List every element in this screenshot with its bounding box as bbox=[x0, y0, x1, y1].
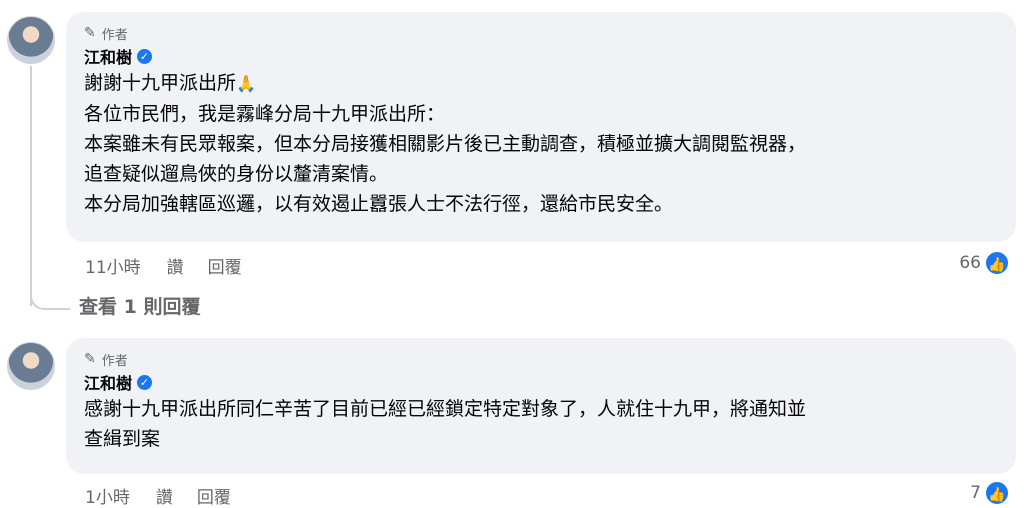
reply-button[interactable]: 回覆 bbox=[197, 483, 231, 508]
praying-hands-icon: 🙏 bbox=[236, 74, 256, 93]
author-badge: ✎ 作者 bbox=[84, 22, 1000, 44]
like-button[interactable]: 讚 bbox=[156, 483, 173, 508]
like-count: 7 bbox=[970, 483, 981, 503]
avatar[interactable] bbox=[7, 342, 55, 390]
avatar[interactable] bbox=[7, 16, 55, 64]
reply-button[interactable]: 回覆 bbox=[208, 253, 242, 278]
author-tag: 作者 bbox=[101, 353, 128, 369]
verified-badge-icon: ✓ bbox=[137, 374, 153, 390]
pen-icon: ✎ bbox=[84, 25, 96, 41]
like-count: 66 bbox=[959, 253, 981, 273]
comment-line: 查緝到案 bbox=[84, 428, 161, 450]
comment-line: 本案雖未有民眾報案，但本分局接獲相關影片後已主動調查，積極並擴大調閱監視器， bbox=[84, 133, 807, 155]
comment-line: 本分局加強轄區巡邏，以有效遏止囂張人士不法行徑，還給市民安全。 bbox=[84, 193, 674, 215]
comment-actions: 11小時 讚 回覆 bbox=[85, 253, 266, 278]
comment-line: 追查疑似遛鳥俠的身份以釐清案情。 bbox=[84, 163, 389, 185]
timestamp[interactable]: 1小時 bbox=[85, 483, 130, 508]
author-name-row: 江和樹 ✓ bbox=[84, 370, 1000, 394]
pen-icon: ✎ bbox=[84, 351, 96, 367]
thread-connector bbox=[30, 288, 70, 310]
like-thumb-icon: 👍 bbox=[984, 480, 1010, 506]
comment-text: 謝謝十九甲派出所 bbox=[84, 72, 237, 94]
verified-badge-icon: ✓ bbox=[137, 48, 153, 64]
comment-bubble: ✎ 作者 江和樹 ✓ 感謝十九甲派出所同仁辛苦了目前已經已經鎖定特定對象了，人就… bbox=[66, 338, 1016, 474]
reaction-summary[interactable]: 66 👍 bbox=[959, 250, 1010, 276]
comment-line: 謝謝十九甲派出所🙏 bbox=[84, 68, 1000, 99]
like-thumb-icon: 👍 bbox=[984, 250, 1010, 276]
reaction-summary[interactable]: 7 👍 bbox=[970, 480, 1010, 506]
author-badge: ✎ 作者 bbox=[84, 348, 1000, 370]
author-tag: 作者 bbox=[101, 27, 128, 43]
author-name[interactable]: 江和樹 bbox=[84, 370, 132, 394]
comment-actions: 1小時 讚 回覆 bbox=[85, 483, 255, 508]
comment-line: 感謝十九甲派出所同仁辛苦了目前已經已經鎖定特定對象了，人就住十九甲，將通知並 bbox=[84, 398, 807, 420]
like-button[interactable]: 讚 bbox=[167, 253, 184, 278]
comment-line: 各位市民們，我是霧峰分局十九甲派出所： bbox=[84, 103, 446, 125]
author-name-row: 江和樹 ✓ bbox=[84, 44, 1000, 68]
thread-line bbox=[30, 66, 32, 306]
timestamp[interactable]: 11小時 bbox=[85, 253, 141, 278]
view-replies-link[interactable]: 查看 1 則回覆 bbox=[79, 292, 200, 319]
author-name[interactable]: 江和樹 bbox=[84, 44, 132, 68]
comment-bubble: ✎ 作者 江和樹 ✓ 謝謝十九甲派出所🙏 各位市民們，我是霧峰分局十九甲派出所：… bbox=[66, 12, 1016, 242]
